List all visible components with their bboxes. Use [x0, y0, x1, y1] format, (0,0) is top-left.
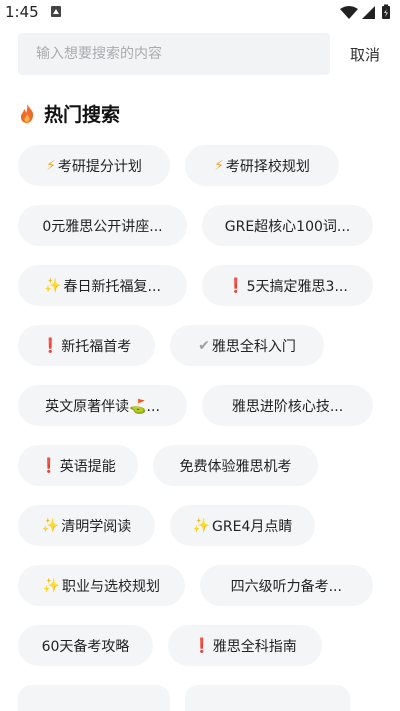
- chip-spring-toefl[interactable]: ✨ 春日新托福复...: [18, 265, 188, 306]
- chip-label: GRE4月点睛: [212, 518, 293, 535]
- chip-ielts-5-days[interactable]: ❗ 5天搞定雅思3...: [202, 265, 373, 306]
- chip-row: ⚡ 考研提分计划 ⚡ 考研择校规划: [18, 145, 388, 186]
- search-input[interactable]: [18, 33, 330, 75]
- exclamation-icon: ❗: [40, 457, 58, 474]
- chip-label: 职业与选校规划: [61, 578, 160, 595]
- sparkles-icon: ✨: [42, 577, 60, 594]
- chip-label: GRE超核心100词...: [224, 218, 351, 235]
- chip-ielts-guide[interactable]: ❗ 雅思全科指南: [168, 625, 322, 666]
- chip-new-toefl-first-exam[interactable]: ❗ 新托福首考: [18, 325, 155, 366]
- chip-label: 5天搞定雅思3...: [246, 278, 348, 295]
- chip-label: 免费体验雅思机考: [179, 458, 292, 475]
- chip-row: 英文原著伴读⛳... 雅思进阶核心技...: [18, 385, 388, 426]
- exclamation-icon: ❗: [41, 337, 60, 354]
- hot-search-title: 热门搜索: [44, 103, 121, 126]
- chip-label: 英语提能: [59, 458, 116, 475]
- sparkles-icon: ✨: [192, 517, 211, 534]
- wifi-icon: [340, 6, 358, 19]
- chip-row: ❗ 英语提能 免费体验雅思机考: [18, 445, 388, 486]
- lightning-icon: ⚡: [46, 157, 56, 174]
- chip-ielts-free-lecture[interactable]: 0元雅思公开讲座...: [18, 205, 188, 246]
- chip-kaoyan-school-plan[interactable]: ⚡ 考研择校规划: [185, 145, 339, 186]
- chip-label: 60天备考攻略: [41, 638, 130, 655]
- status-bar: 1:45: [0, 0, 400, 26]
- status-time: 1:45: [5, 3, 39, 21]
- notification-icon: [51, 6, 61, 17]
- chip-60-day-plan[interactable]: 60天备考攻略: [18, 625, 153, 666]
- hot-search-header: 热门搜索: [18, 100, 120, 126]
- chip-row: ✨ 春日新托福复... ❗ 5天搞定雅思3...: [18, 265, 388, 306]
- chip-label: 英文原著伴读⛳...: [45, 398, 160, 415]
- chip-label: 考研择校规划: [225, 158, 310, 175]
- lightning-icon: ⚡: [214, 157, 224, 174]
- chip-label: 清明学阅读: [61, 518, 132, 535]
- chip-row: ❗ 新托福首考 ✔ 雅思全科入门: [18, 325, 388, 366]
- chip-row: ✨ 职业与选校规划 四六级听力备考...: [18, 565, 388, 606]
- cancel-button[interactable]: 取消: [350, 44, 380, 65]
- sparkles-icon: ✨: [41, 517, 60, 534]
- signal-icon: [362, 6, 375, 19]
- exclamation-icon: ❗: [227, 277, 245, 294]
- chip-label: 四六级听力备考...: [230, 578, 342, 595]
- chip-ielts-intro[interactable]: ✔ 雅思全科入门: [170, 325, 324, 366]
- hot-search-chip-list: ⚡ 考研提分计划 ⚡ 考研择校规划 0元雅思公开讲座... GRE超核心100词..…: [18, 145, 388, 685]
- chip-english-book-reading[interactable]: 英文原著伴读⛳...: [18, 385, 188, 426]
- chip-gre-april[interactable]: ✨ GRE4月点睛: [170, 505, 315, 546]
- sparkles-icon: ✨: [44, 277, 62, 294]
- chip-label: 春日新托福复...: [63, 278, 161, 295]
- chip-ielts-free-mock[interactable]: 免费体验雅思机考: [153, 445, 318, 486]
- fire-icon: [20, 103, 34, 123]
- chip-row-partial: [18, 685, 365, 711]
- chip-career-school-plan[interactable]: ✨ 职业与选校规划: [18, 565, 185, 606]
- chip-gre-core-words[interactable]: GRE超核心100词...: [202, 205, 373, 246]
- chip-row: ✨ 清明学阅读 ✨ GRE4月点睛: [18, 505, 388, 546]
- chip-row: 0元雅思公开讲座... GRE超核心100词...: [18, 205, 388, 246]
- chip-qingming-reading[interactable]: ✨ 清明学阅读: [18, 505, 155, 546]
- chip-offscreen[interactable]: [18, 685, 170, 711]
- chip-label: 雅思进阶核心技...: [231, 398, 344, 415]
- system-icons: [340, 4, 390, 19]
- chip-ielts-advanced[interactable]: 雅思进阶核心技...: [202, 385, 373, 426]
- chip-english-boost[interactable]: ❗ 英语提能: [18, 445, 138, 486]
- chip-offscreen[interactable]: [185, 685, 350, 711]
- chip-label: 0元雅思公开讲座...: [42, 218, 163, 235]
- chip-cet-listening[interactable]: 四六级听力备考...: [199, 565, 373, 606]
- chip-label: 雅思全科指南: [212, 638, 297, 655]
- chip-row: 60天备考攻略 ❗ 雅思全科指南: [18, 625, 388, 666]
- chip-kaoyan-score-plan[interactable]: ⚡ 考研提分计划: [18, 145, 170, 186]
- chip-label: 考研提分计划: [57, 158, 142, 175]
- exclamation-icon: ❗: [193, 637, 211, 654]
- chip-label: 雅思全科入门: [211, 338, 296, 355]
- checkmark-icon: ✔: [198, 337, 210, 354]
- chip-label: 新托福首考: [61, 338, 132, 355]
